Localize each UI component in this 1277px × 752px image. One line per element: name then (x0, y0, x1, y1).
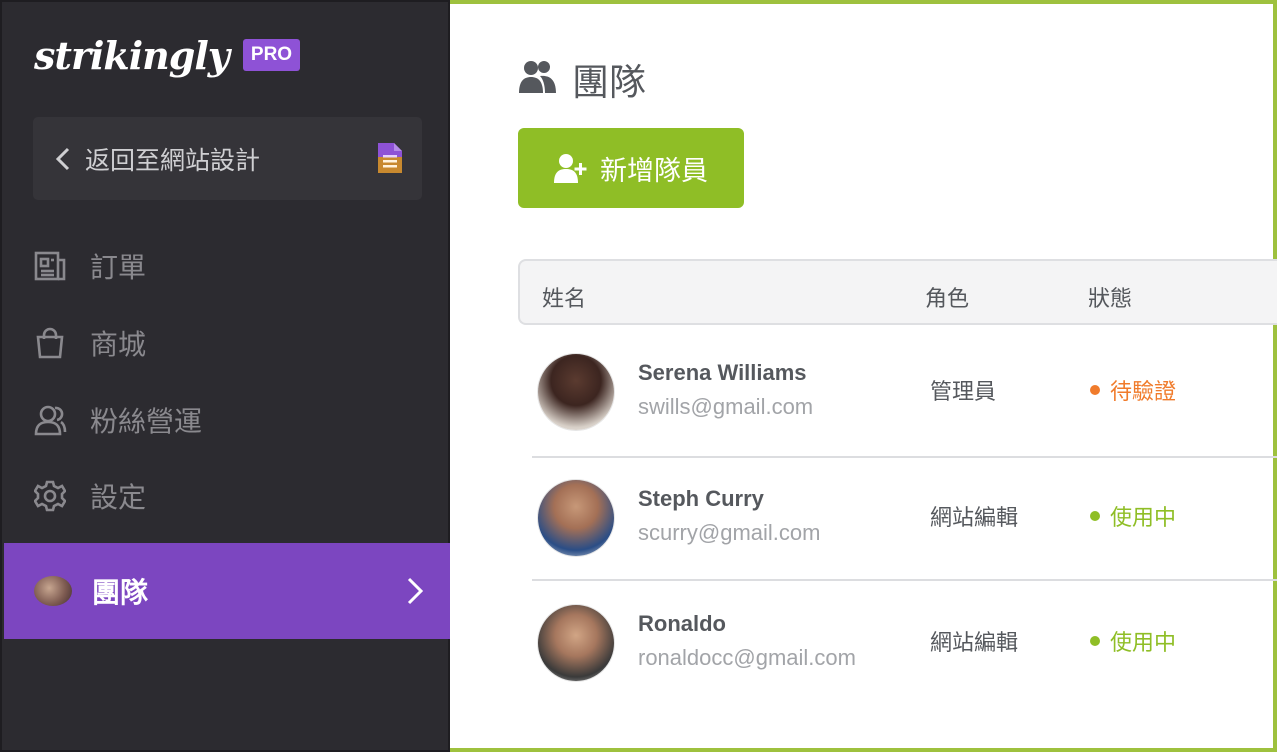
sidebar-item-label: 粉絲營運 (90, 405, 203, 437)
newspaper-icon (33, 249, 67, 283)
back-label: 返回至網站設計 (85, 146, 261, 175)
member-role: 管理員 (930, 379, 997, 404)
chevron-left-icon (55, 147, 79, 171)
status-text: 使用中 (1110, 505, 1177, 530)
sidebar-item-settings[interactable]: 設定 (2, 457, 448, 534)
add-member-label: 新增隊員 (600, 155, 708, 186)
member-name: Ronaldo (638, 611, 726, 636)
status-dot (1090, 385, 1100, 395)
column-header-role[interactable]: 角色 (925, 281, 969, 313)
member-name: Serena Williams (638, 360, 807, 385)
add-user-icon (554, 154, 587, 183)
member-role: 網站編輯 (930, 505, 1019, 530)
avatar (538, 354, 614, 430)
gear-icon (33, 479, 67, 513)
brand[interactable]: strikingly PRO (34, 32, 301, 78)
table-row[interactable]: Serena Williams swills@gmail.com 管理員 待驗證 (532, 326, 1277, 448)
status-dot (1090, 636, 1100, 646)
add-member-button[interactable]: 新增隊員 (518, 128, 744, 208)
avatar (538, 605, 614, 681)
users-icon (518, 59, 558, 100)
page-header: 團隊 (518, 54, 646, 104)
member-email: swills@gmail.com (638, 394, 814, 419)
sidebar-item-orders[interactable]: 訂單 (2, 227, 448, 304)
column-header-status[interactable]: 狀態 (1088, 281, 1132, 313)
status-badge: 使用中 (1090, 625, 1176, 657)
logo: strikingly (34, 32, 230, 78)
status-text: 待驗證 (1110, 379, 1177, 404)
sidebar-item-team[interactable]: 團隊 (4, 543, 452, 639)
document-icon (378, 143, 402, 173)
column-header-name[interactable]: 姓名 (542, 281, 586, 313)
table-header: 姓名 角色 狀態 (518, 259, 1277, 325)
sidebar-item-store[interactable]: 商城 (2, 304, 448, 381)
member-name: Steph Curry (638, 486, 764, 511)
member-email: ronaldocc@gmail.com (638, 645, 856, 670)
table-row[interactable]: Steph Curry scurry@gmail.com 網站編輯 使用中 (532, 452, 1277, 574)
member-email: scurry@gmail.com (638, 520, 821, 545)
back-to-site-design-button[interactable]: 返回至網站設計 (33, 117, 422, 200)
users-icon (33, 403, 67, 437)
sidebar-item-fans[interactable]: 粉絲營運 (2, 381, 448, 458)
avatar (538, 480, 614, 556)
status-badge: 使用中 (1090, 500, 1176, 532)
status-dot (1090, 511, 1100, 521)
chevron-right-icon (404, 576, 426, 606)
sidebar-item-label: 商城 (90, 328, 147, 360)
table-row[interactable]: Ronaldo ronaldocc@gmail.com 網站編輯 使用中 (532, 577, 1277, 699)
sidebar-item-label: 團隊 (92, 577, 149, 608)
status-text: 使用中 (1110, 630, 1177, 655)
page-title: 團隊 (572, 62, 646, 103)
sidebar: strikingly PRO 返回至網站設計 訂單 商城 粉絲營運 設定 團隊 (0, 0, 452, 752)
shopping-bag-icon (33, 326, 67, 360)
pro-badge: PRO (242, 39, 301, 71)
sidebar-item-label: 設定 (90, 481, 147, 513)
team-page: 團隊 新增隊員 姓名 角色 狀態 Serena Williams swills@… (450, 0, 1277, 752)
sidebar-item-label: 訂單 (90, 251, 147, 283)
status-badge: 待驗證 (1090, 374, 1176, 406)
member-role: 網站編輯 (930, 630, 1019, 655)
team-avatar (34, 576, 72, 606)
